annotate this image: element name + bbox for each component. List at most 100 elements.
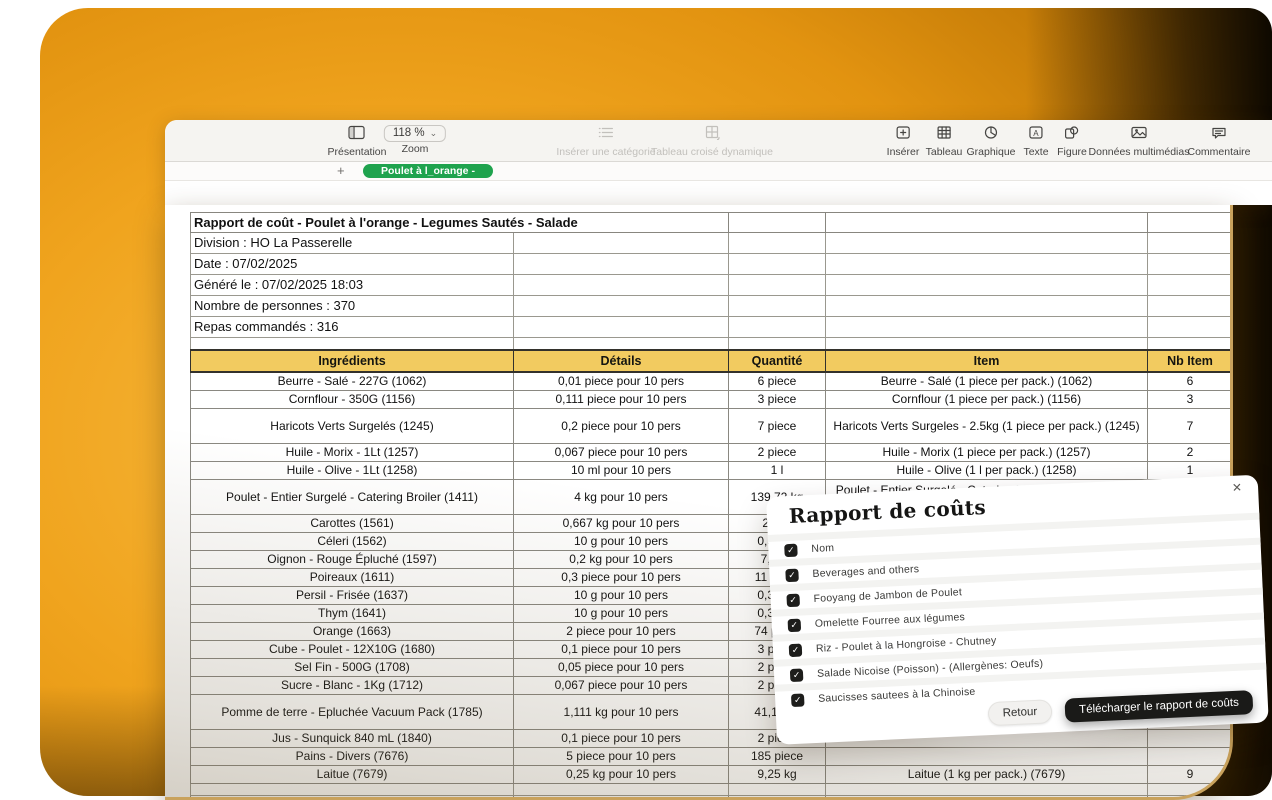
checkbox-checked-icon[interactable]: ✓ (791, 693, 805, 707)
cell[interactable] (729, 296, 826, 317)
cell[interactable]: Beurre - Salé - 227G (1062) (191, 372, 514, 391)
cell[interactable]: 7 (1148, 409, 1233, 444)
cell[interactable] (826, 296, 1148, 317)
cell[interactable]: Cube - Poulet - 12X10G (1680) (191, 641, 514, 659)
cell[interactable] (514, 338, 729, 351)
close-icon[interactable]: ✕ (1232, 480, 1243, 494)
cell[interactable]: Poulet - Entier Surgelé - Catering Broil… (191, 480, 514, 515)
presentation-button[interactable]: Présentation (328, 125, 387, 158)
cell[interactable]: Rapport de coût - Poulet à l'orange - Le… (191, 213, 729, 233)
cell[interactable]: 0,2 piece pour 10 pers (514, 409, 729, 444)
column-header[interactable]: Détails (514, 350, 729, 372)
cell[interactable]: 6 piece (729, 372, 826, 391)
zoom-value-box[interactable]: 118 % ⌄ (384, 125, 446, 142)
cell[interactable]: 7 piece (729, 409, 826, 444)
cell[interactable]: Thym (1641) (191, 605, 514, 623)
cell[interactable] (514, 317, 729, 338)
cell[interactable]: 0,1 piece pour 10 pers (514, 730, 729, 748)
cell[interactable]: Jus - Sunquick 840 mL (1840) (191, 730, 514, 748)
cell[interactable] (729, 254, 826, 275)
retour-button[interactable]: Retour (987, 699, 1053, 726)
cell[interactable] (729, 784, 826, 796)
cell[interactable]: 10 g pour 10 pers (514, 605, 729, 623)
cell[interactable]: Huile - Olive - 1Lt (1258) (191, 462, 514, 480)
cell[interactable] (1148, 213, 1233, 233)
cell[interactable]: Cornflour (1 piece per pack.) (1156) (826, 391, 1148, 409)
cell[interactable]: Huile - Olive (1 l per pack.) (1258) (826, 462, 1148, 480)
cell[interactable]: Sucre - Blanc - 1Kg (1712) (191, 677, 514, 695)
cell[interactable]: 0,111 piece pour 10 pers (514, 391, 729, 409)
cell[interactable]: 10 g pour 10 pers (514, 587, 729, 605)
table-button[interactable]: Tableau (926, 125, 963, 158)
cell[interactable] (1148, 748, 1233, 766)
cell[interactable]: 0,01 piece pour 10 pers (514, 372, 729, 391)
cell[interactable] (1148, 317, 1233, 338)
cell[interactable]: Orange (1663) (191, 623, 514, 641)
cell[interactable] (729, 317, 826, 338)
cell[interactable] (1148, 296, 1233, 317)
cell[interactable]: Nombre de personnes : 370 (191, 296, 514, 317)
cell[interactable] (1148, 275, 1233, 296)
cell[interactable] (826, 748, 1148, 766)
cell[interactable] (191, 338, 514, 351)
cell[interactable] (729, 338, 826, 351)
cell[interactable] (826, 796, 1148, 800)
checkbox-checked-icon[interactable]: ✓ (785, 568, 799, 582)
column-header[interactable]: Nb Item (1148, 350, 1233, 372)
cell[interactable]: Division : HO La Passerelle (191, 233, 514, 254)
media-button[interactable]: Données multimédias (1089, 125, 1190, 158)
column-header[interactable]: Quantité (729, 350, 826, 372)
cell[interactable]: Huile - Morix (1 piece per pack.) (1257) (826, 444, 1148, 462)
cell[interactable] (514, 784, 729, 796)
cell[interactable]: 0,3 piece pour 10 pers (514, 569, 729, 587)
cell[interactable]: Poireaux (1611) (191, 569, 514, 587)
cell[interactable]: Oignon - Rouge Épluché (1597) (191, 551, 514, 569)
cell[interactable]: Céleri (1562) (191, 533, 514, 551)
cell[interactable]: 2 piece (729, 444, 826, 462)
cell[interactable]: 9,25 kg (729, 766, 826, 784)
cell[interactable]: Carottes (1561) (191, 515, 514, 533)
cell[interactable]: Pains - Divers (7676) (191, 748, 514, 766)
cell[interactable] (826, 213, 1148, 233)
text-button[interactable]: A Texte (1023, 125, 1048, 158)
cell[interactable]: 4 kg pour 10 pers (514, 480, 729, 515)
cell[interactable]: 0,1 piece pour 10 pers (514, 641, 729, 659)
checkbox-checked-icon[interactable]: ✓ (788, 618, 802, 632)
insert-button[interactable]: Insérer (887, 125, 920, 158)
cell[interactable]: 3 piece (729, 391, 826, 409)
checkbox-checked-icon[interactable]: ✓ (784, 543, 798, 557)
cell[interactable]: Généré le : 07/02/2025 18:03 (191, 275, 514, 296)
cell[interactable] (1148, 254, 1233, 275)
cell[interactable]: 5 piece pour 10 pers (514, 748, 729, 766)
cell[interactable] (826, 317, 1148, 338)
cell[interactable]: 6 (1148, 372, 1233, 391)
cell[interactable]: Sel Fin - 500G (1708) (191, 659, 514, 677)
chart-button[interactable]: Graphique (966, 125, 1015, 158)
cell[interactable] (514, 296, 729, 317)
cell[interactable]: 0,2 kg pour 10 pers (514, 551, 729, 569)
cell[interactable] (729, 796, 826, 800)
cell[interactable] (191, 784, 514, 796)
cell[interactable] (729, 233, 826, 254)
cell[interactable]: 185 piece (729, 748, 826, 766)
cell[interactable] (514, 233, 729, 254)
cell[interactable] (826, 275, 1148, 296)
cell[interactable]: Laitue (1 kg per pack.) (7679) (826, 766, 1148, 784)
zoom-control[interactable]: 118 % ⌄ Zoom (384, 123, 446, 155)
comment-button[interactable]: Commentaire (1187, 125, 1250, 158)
cell[interactable] (1148, 796, 1233, 800)
cell[interactable]: Date : 07/02/2025 (191, 254, 514, 275)
cell[interactable]: 2 (1148, 444, 1233, 462)
cell[interactable]: TOTAL (191, 796, 514, 800)
cell[interactable] (729, 275, 826, 296)
cell[interactable] (514, 254, 729, 275)
cell[interactable] (826, 784, 1148, 796)
add-sheet-button[interactable]: + (337, 162, 345, 179)
cell[interactable] (729, 213, 826, 233)
cell[interactable]: Persil - Frisée (1637) (191, 587, 514, 605)
cell[interactable]: 0,05 piece pour 10 pers (514, 659, 729, 677)
cell[interactable]: 3 (1148, 391, 1233, 409)
cell[interactable]: Laitue (7679) (191, 766, 514, 784)
cell[interactable]: Pomme de terre - Epluchée Vacuum Pack (1… (191, 695, 514, 730)
checkbox-checked-icon[interactable]: ✓ (786, 593, 800, 607)
